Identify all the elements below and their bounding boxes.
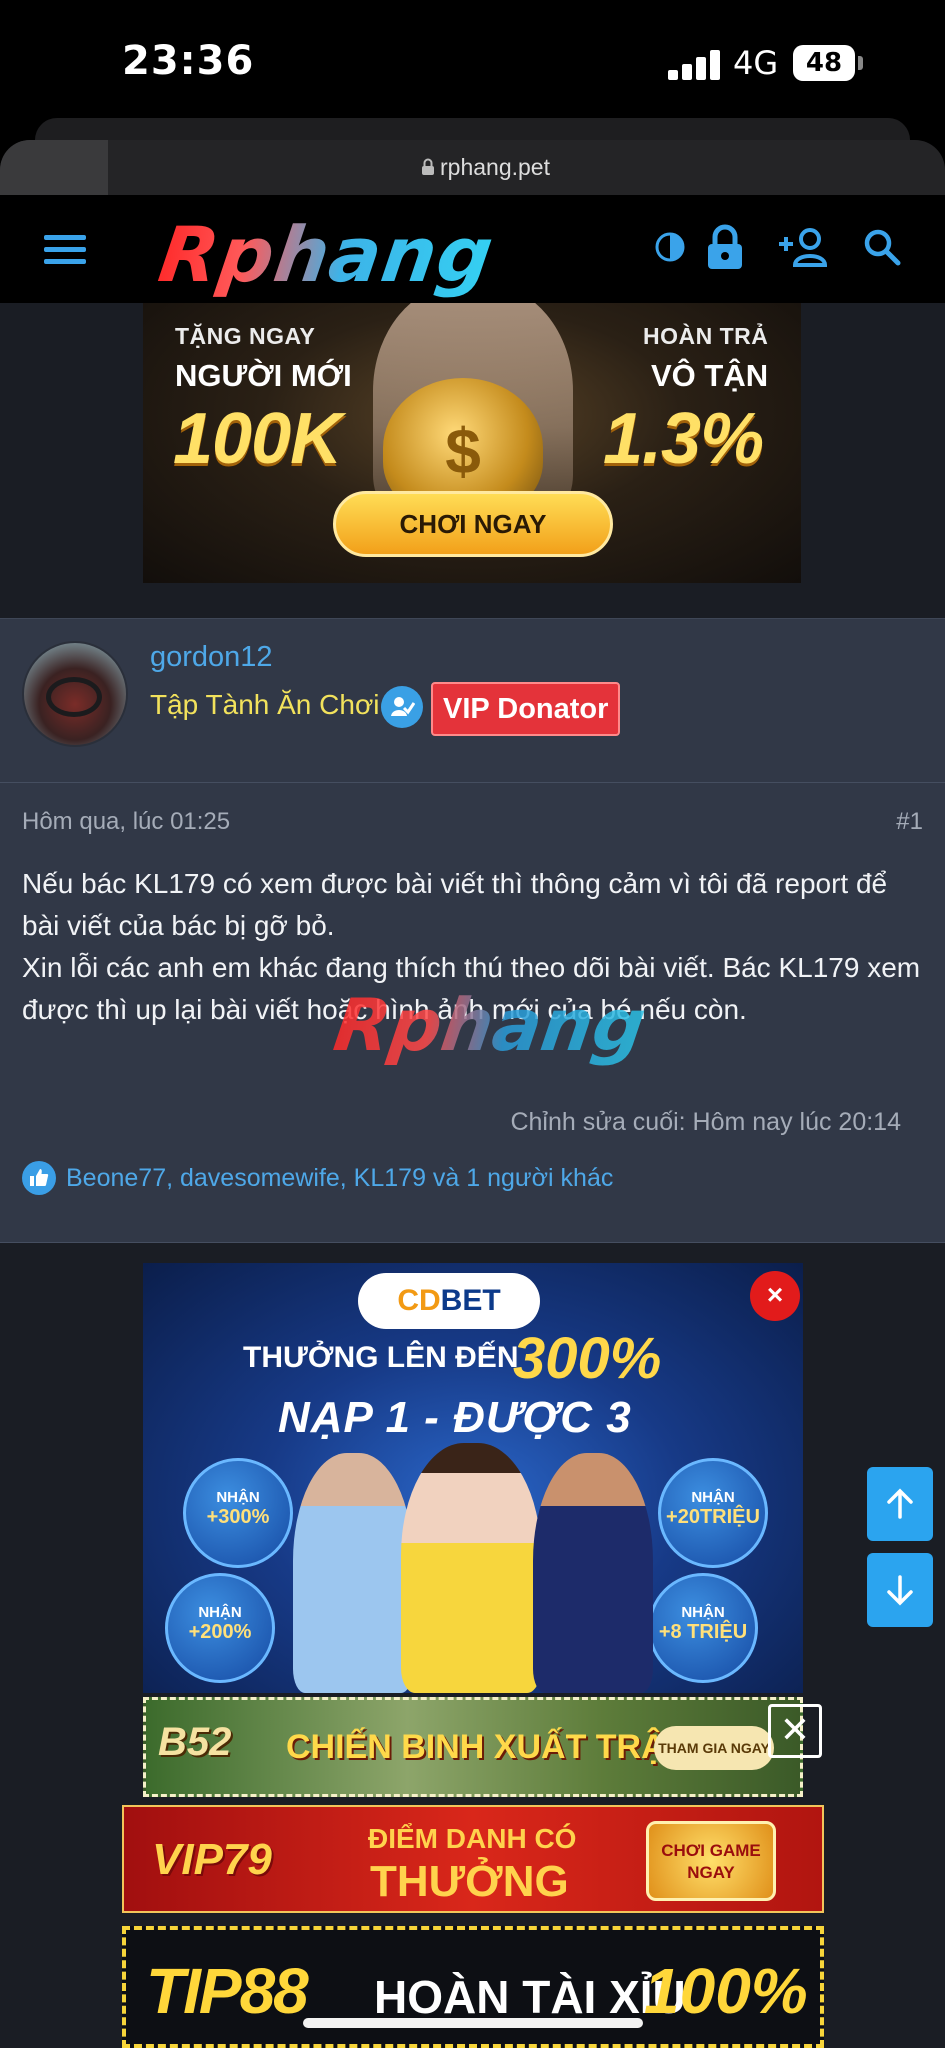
address-bar[interactable]: rphang.pet bbox=[0, 140, 945, 195]
b52-logo: B52 bbox=[158, 1720, 232, 1764]
last-edited-note: Chỉnh sửa cuối: Hôm nay lúc 20:14 bbox=[510, 1108, 901, 1136]
lock-login-icon[interactable] bbox=[703, 217, 747, 277]
player-image-left bbox=[293, 1453, 413, 1693]
avatar[interactable] bbox=[22, 641, 128, 747]
cdbet-headline: THƯỞNG LÊN ĐẾN bbox=[243, 1341, 519, 1374]
cdbet-percent: 300% bbox=[513, 1326, 662, 1391]
reactions-users[interactable]: Beone77, davesomewife, KL179 và 1 người … bbox=[66, 1164, 613, 1193]
arrow-down-icon bbox=[887, 1575, 913, 1606]
scroll-top-button[interactable] bbox=[867, 1467, 933, 1541]
vip79-logo: VIP79 bbox=[152, 1835, 272, 1884]
b52-text: CHIẾN BINH XUẤT TRẬN bbox=[286, 1728, 691, 1766]
status-bar: 23:36 4G 48 bbox=[0, 0, 945, 130]
tip88-ad-strip[interactable]: TIP88 HOÀN TÀI XỈU 100% bbox=[122, 1926, 824, 2048]
player-image-right bbox=[533, 1453, 653, 1693]
like-icon bbox=[22, 1161, 56, 1195]
cdbet-subline: NẠP 1 - ĐƯỢC 3 bbox=[278, 1393, 632, 1442]
tab-overview[interactable] bbox=[0, 140, 108, 195]
promo-left-amount: 100K bbox=[173, 399, 342, 479]
vip79-ad-strip[interactable]: VIP79 ĐIỂM DANH CÓ THƯỞNG CHƠI GAME NGAY bbox=[122, 1805, 824, 1913]
author-rank: Tập Tành Ăn Chơi bbox=[150, 689, 380, 720]
promo-right-line1: HOÀN TRẢ bbox=[643, 323, 769, 349]
site-header: Rphang bbox=[0, 195, 945, 303]
post-number[interactable]: #1 bbox=[896, 808, 923, 836]
post-author-block: gordon12 Tập Tành Ăn Chơi VIP Donator bbox=[0, 618, 945, 783]
network-type: 4G bbox=[733, 44, 779, 82]
vip-donator-badge: VIP Donator bbox=[431, 682, 621, 736]
lock-icon bbox=[422, 158, 434, 175]
menu-icon[interactable] bbox=[44, 235, 86, 265]
post-message: Hôm qua, lúc 01:25 #1 Nếu bác KL179 có x… bbox=[0, 783, 945, 1243]
promo-right-amount: 1.3% bbox=[603, 399, 764, 479]
arrow-up-icon bbox=[887, 1488, 913, 1519]
bonus-bubble: NHẬN +300% bbox=[183, 1458, 293, 1568]
model-image-center bbox=[401, 1443, 541, 1693]
vip79-line2: THƯỞNG bbox=[370, 1857, 569, 1906]
close-ad-button[interactable]: × bbox=[750, 1271, 800, 1321]
tip88-logo: TIP88 bbox=[146, 1955, 309, 2027]
b52-join-button[interactable]: THAM GIA NGAY bbox=[654, 1726, 774, 1770]
signal-icon bbox=[668, 48, 720, 80]
cdbet-promo-banner[interactable]: CDBET × THƯỞNG LÊN ĐẾN 300% NẠP 1 - ĐƯỢC… bbox=[143, 1263, 803, 1693]
promo-banner-top[interactable]: $ TẶNG NGAY NGƯỜI MỚI 100K HOÀN TRẢ VÔ T… bbox=[143, 303, 801, 583]
search-icon[interactable] bbox=[860, 217, 904, 277]
post-paragraph-1: Nếu bác KL179 có xem được bài viết thì t… bbox=[22, 868, 888, 941]
author-username[interactable]: gordon12 bbox=[150, 641, 273, 674]
battery-tip bbox=[858, 56, 863, 70]
register-user-icon[interactable] bbox=[775, 217, 831, 277]
battery-icon: 48 bbox=[793, 45, 855, 81]
vip79-play-button[interactable]: CHƠI GAME NGAY bbox=[646, 1821, 776, 1901]
promo-right-line2: VÔ TẬN bbox=[651, 358, 769, 393]
close-ad-button[interactable]: ✕ bbox=[768, 1704, 822, 1758]
bonus-bubble: NHẬN +20TRIỆU bbox=[658, 1458, 768, 1568]
bonus-bubble: NHẬN +200% bbox=[165, 1573, 275, 1683]
vip79-line1: ĐIỂM DANH CÓ bbox=[368, 1823, 577, 1854]
verified-badge-icon bbox=[381, 686, 423, 728]
tip88-text: HOÀN TÀI XỈU bbox=[374, 1971, 686, 2023]
site-watermark: Rphang bbox=[329, 983, 651, 1067]
url-text[interactable]: rphang.pet bbox=[440, 154, 550, 181]
b52-ad-strip[interactable]: B52 CHIẾN BINH XUẤT TRẬN THAM GIA NGAY bbox=[143, 1697, 803, 1797]
promo-left-line2: NGƯỜI MỚI bbox=[175, 358, 352, 393]
post-date[interactable]: Hôm qua, lúc 01:25 bbox=[22, 808, 230, 836]
tip88-percent: 100% bbox=[644, 1955, 808, 2027]
site-logo[interactable]: Rphang bbox=[154, 210, 499, 299]
home-indicator[interactable] bbox=[303, 2018, 643, 2028]
status-time: 23:36 bbox=[122, 38, 255, 84]
scroll-bottom-button[interactable] bbox=[867, 1553, 933, 1627]
theme-toggle-icon[interactable] bbox=[650, 217, 690, 277]
promo-left-line1: TẶNG NGAY bbox=[175, 323, 316, 349]
bonus-bubble: NHẬN +8 TRIỆU bbox=[648, 1573, 758, 1683]
cdbet-logo: CDBET bbox=[358, 1273, 540, 1329]
play-now-button[interactable]: CHƠI NGAY bbox=[333, 491, 613, 557]
reactions-summary[interactable]: Beone77, davesomewife, KL179 và 1 người … bbox=[22, 1161, 613, 1195]
